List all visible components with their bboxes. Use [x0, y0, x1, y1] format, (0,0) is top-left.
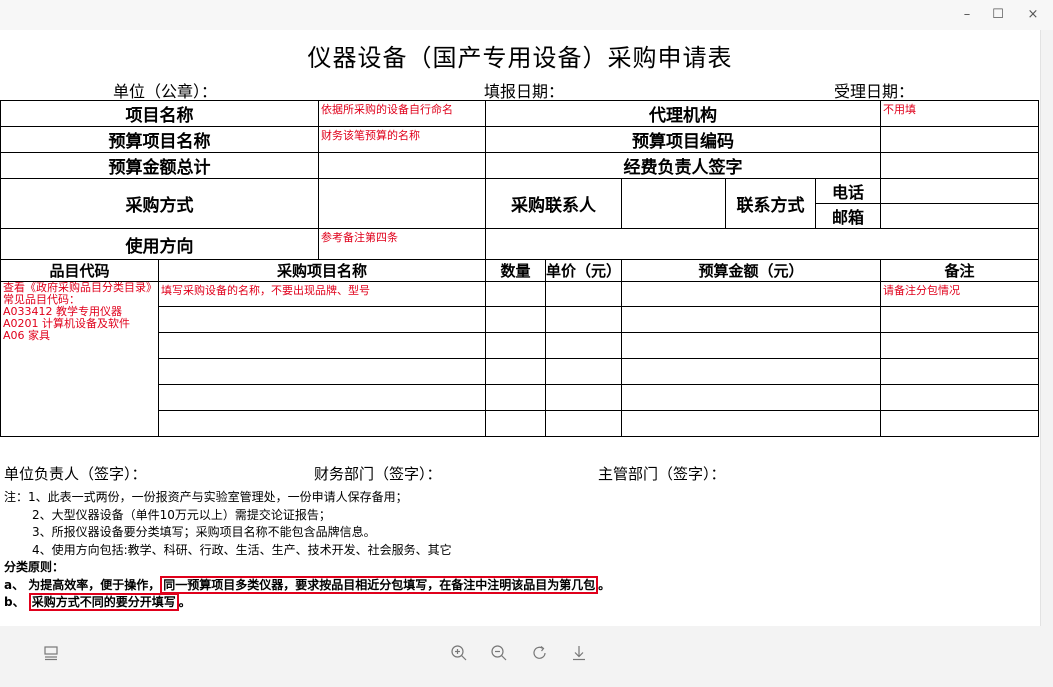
quantity-cell[interactable]: [487, 282, 546, 306]
common-code-3: A06 家具: [3, 329, 51, 342]
budget-code-label: 预算项目编码: [485, 126, 881, 153]
budget-code-cell[interactable]: [880, 126, 1039, 153]
budget-item-cell[interactable]: 财务该笔预算的名称: [318, 126, 486, 153]
procure-method-cell[interactable]: [318, 178, 486, 229]
fund-signer-cell[interactable]: [880, 152, 1039, 179]
form-title: 仪器设备（国产专用设备）采购申请表: [307, 44, 733, 72]
rotate-icon[interactable]: [528, 644, 552, 668]
notes-block: 注：1、此表一式两份，一份报资产与实验室管理处，一份申请人保存备用； 2、大型仪…: [4, 489, 610, 612]
highlight-box-a: 同一预算项目多类仪器，要求按品目相近分包填写，在备注中注明该品目为第几包: [160, 575, 599, 594]
note-3: 3、所报仪器设备要分类填写；采购项目名称不能包含品牌信息。: [32, 525, 376, 539]
usage-cell[interactable]: 参考备注第四条: [318, 228, 486, 260]
procure-contact-cell[interactable]: [621, 178, 726, 229]
usage-extra-cell[interactable]: [485, 228, 1039, 260]
principle-a: a、 为提高效率，便于操作， 同一预算项目多类仪器，要求按品目相近分包填写，在备注…: [4, 575, 611, 594]
principle-b: b、 采购方式不同的要分开填写。: [4, 593, 191, 611]
agency-cell[interactable]: 不用填: [880, 100, 1039, 127]
agency-label: 代理机构: [485, 100, 881, 127]
email-cell[interactable]: [880, 203, 1039, 229]
window-titlebar: – ☐ ×: [0, 0, 1053, 30]
procure-method-label: 采购方式: [0, 178, 319, 229]
sign-unit-head: 单位负责人（签字）：: [4, 465, 147, 483]
note-4: 4、使用方向包括:教学、科研、行政、生活、生产、技术开发、社会服务、其它: [32, 542, 452, 557]
spreadsheet-view[interactable]: 仪器设备（国产专用设备）采购申请表 单位（公章）： 填报日期： 受理日期： 项目…: [0, 30, 1040, 626]
col-remark: 备注: [880, 259, 1039, 282]
highlight-box-b: 采购方式不同的要分开填写: [28, 593, 179, 611]
viewer-toolbar: [0, 626, 1053, 687]
project-name-cell[interactable]: 依据所采购的设备自行命名: [318, 100, 486, 127]
close-button[interactable]: ×: [1023, 6, 1043, 24]
fill-date-label: 填报日期：: [484, 82, 565, 101]
zoom-in-icon[interactable]: [447, 644, 471, 668]
col-budget-amount: 预算金额（元）: [621, 259, 881, 282]
vertical-scrollbar[interactable]: [1040, 30, 1053, 626]
zoom-out-icon[interactable]: [487, 644, 511, 668]
budget-total-cell[interactable]: [318, 152, 486, 179]
col-item-code: 品目代码: [0, 259, 159, 282]
principle-title: 分类原则：: [4, 560, 65, 574]
budget-total-label: 预算金额总计: [0, 152, 319, 179]
col-quantity: 数量: [487, 260, 546, 281]
maximize-button[interactable]: ☐: [988, 6, 1008, 24]
email-label: 邮箱: [815, 203, 881, 229]
procure-contact-label: 采购联系人: [485, 178, 622, 229]
usage-label: 使用方向: [0, 228, 319, 260]
application-form-table: 项目名称 依据所采购的设备自行命名 代理机构 不用填 预算项目名称 财务该笔预算…: [0, 100, 1039, 437]
remark-cell[interactable]: 请备注分包情况: [880, 281, 1039, 307]
minimize-button[interactable]: –: [957, 6, 977, 24]
fund-signer-label: 经费负责人签字: [485, 152, 881, 179]
phone-cell[interactable]: [880, 178, 1039, 204]
col-qty-price-wrap: 数量 单价（元）: [485, 259, 622, 282]
qty-price-cell[interactable]: [485, 281, 622, 307]
item-code-hint-cell[interactable]: 查看《政府采购品目分类目录》 常见品目代码： A033412 教学专用仪器 A0…: [0, 281, 159, 437]
download-icon[interactable]: [567, 644, 591, 668]
col-unit-price: 单价（元）: [546, 262, 622, 280]
phone-label: 电话: [815, 178, 881, 204]
project-name-label: 项目名称: [0, 100, 319, 127]
note-1: 注：1、此表一式两份，一份报资产与实验室管理处，一份申请人保存备用；: [4, 490, 408, 504]
budget-item-label: 预算项目名称: [0, 126, 319, 153]
accept-date-label: 受理日期：: [834, 82, 915, 101]
sign-finance: 财务部门（签字）：: [314, 465, 442, 483]
budget-amount-cell[interactable]: [621, 281, 881, 307]
unit-label: 单位（公章）：: [113, 82, 218, 101]
note-2: 2、大型仪器设备（单件10万元以上）需提交论证报告；: [32, 507, 331, 522]
col-item-name: 采购项目名称: [158, 259, 486, 282]
item-name-cell[interactable]: 填写采购设备的名称，不要出现品牌、型号: [158, 281, 486, 307]
contact-method-label: 联系方式: [725, 178, 816, 229]
layout-icon[interactable]: [39, 644, 63, 668]
sign-dept: 主管部门（签字）：: [598, 465, 726, 483]
